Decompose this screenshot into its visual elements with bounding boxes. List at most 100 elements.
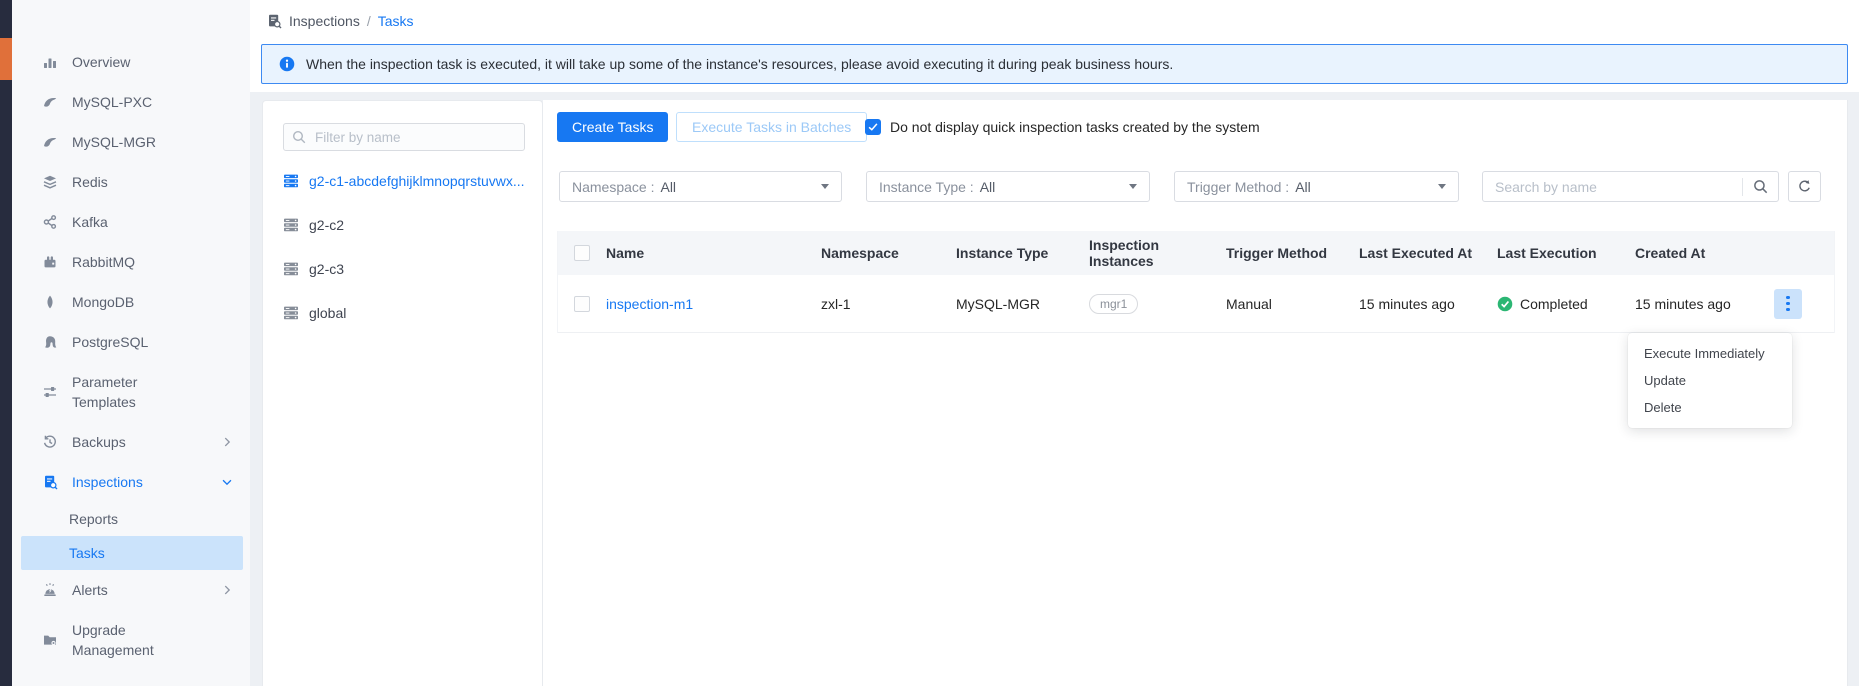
table-header-row: Name Namespace Instance Type Inspection … [558, 231, 1834, 275]
divider [1742, 178, 1743, 196]
sidebar-item-label: MySQL-MGR [72, 132, 190, 152]
breadcrumb-separator: / [367, 13, 371, 29]
created-at-cell: 15 minutes ago [1635, 275, 1834, 332]
trigger-method-cell: Manual [1226, 275, 1359, 332]
sidebar-item-upgrade-management[interactable]: Upgrade Management [12, 610, 250, 670]
app-window: Overview MySQL-PXC MySQL-MGR Redis Kafka [0, 0, 1859, 686]
bar-chart-icon [42, 54, 58, 70]
table-row: inspection-m1 zxl-1 MySQL-MGR mgr1 Manua… [558, 275, 1834, 333]
cluster-list: g2-c1-abcdefghijklmnopqrstuvwx... g2-c2 … [263, 159, 542, 335]
menu-item-delete[interactable]: Delete [1628, 394, 1792, 421]
execute-batches-button[interactable]: Execute Tasks in Batches [676, 112, 867, 142]
rabbit-icon [42, 254, 58, 270]
dropdown-label: Instance Type : [879, 179, 974, 195]
sidebar-item-inspections[interactable]: Inspections [12, 462, 250, 502]
menu-item-update[interactable]: Update [1628, 367, 1792, 394]
sidebar-item-mongodb[interactable]: MongoDB [12, 282, 250, 322]
leaf-icon [42, 294, 58, 310]
search-by-name-box [1482, 171, 1779, 202]
row-checkbox[interactable] [574, 296, 590, 312]
caret-down-icon [821, 184, 829, 189]
restore-clock-icon [42, 434, 58, 450]
cluster-name: g2-c1-abcdefghijklmnopqrstuvwx... [309, 173, 525, 189]
trigger-method-dropdown[interactable]: Trigger Method : All [1174, 171, 1459, 202]
sidebar-item-postgresql[interactable]: PostgreSQL [12, 322, 250, 362]
column-header: Last Execution [1497, 231, 1635, 275]
sidebar-item-reports[interactable]: Reports [12, 502, 250, 536]
column-header: Instance Type [956, 231, 1089, 275]
sidebar-item-label: PostgreSQL [72, 332, 190, 352]
row-actions-button[interactable] [1774, 289, 1802, 319]
dropdown-value: All [1295, 179, 1311, 195]
checkbox-label: Do not display quick inspection tasks cr… [890, 119, 1260, 135]
alarm-icon [42, 582, 58, 598]
sidebar-item-alerts[interactable]: Alerts [12, 570, 250, 610]
sidebar-item-label: RabbitMQ [72, 252, 190, 272]
last-executed-at-cell: 15 minutes ago [1359, 275, 1497, 332]
cluster-list-panel: g2-c1-abcdefghijklmnopqrstuvwx... g2-c2 … [262, 100, 543, 686]
column-header: Created At [1635, 231, 1834, 275]
row-actions-menu: Execute Immediately Update Delete [1628, 333, 1792, 428]
select-all-checkbox[interactable] [574, 245, 590, 261]
cluster-filter-input[interactable] [283, 123, 525, 151]
search-input[interactable] [1483, 179, 1742, 195]
sidebar-item-kafka[interactable]: Kafka [12, 202, 250, 242]
breadcrumb: Inspections / Tasks [266, 10, 414, 32]
menu-item-execute-immediately[interactable]: Execute Immediately [1628, 340, 1792, 367]
column-header: Inspection Instances [1089, 231, 1226, 275]
sidebar-subitem-label: Reports [69, 511, 118, 527]
chevron-down-icon [220, 475, 234, 489]
cluster-item-g2-c3[interactable]: g2-c3 [263, 247, 542, 291]
sidebar-subitem-label: Tasks [69, 545, 105, 561]
hide-quick-tasks-checkbox-row[interactable]: Do not display quick inspection tasks cr… [865, 112, 1260, 142]
sidebar-item-parameter-templates[interactable]: Parameter Templates [12, 362, 250, 422]
refresh-button[interactable] [1788, 171, 1821, 202]
search-icon[interactable] [1752, 178, 1769, 195]
sidebar-item-label: Overview [72, 52, 190, 72]
node-graph-icon [42, 214, 58, 230]
sidebar-item-mysql-pxc[interactable]: MySQL-PXC [12, 82, 250, 122]
refresh-icon [1797, 179, 1812, 194]
folder-gear-icon [42, 632, 58, 648]
instance-type-dropdown[interactable]: Instance Type : All [866, 171, 1150, 202]
header-checkbox-cell [558, 231, 606, 275]
checkbox-checked-icon[interactable] [865, 119, 881, 135]
sidebar-item-backups[interactable]: Backups [12, 422, 250, 462]
cluster-filter [283, 123, 525, 151]
server-rack-icon [283, 305, 299, 321]
task-name-link[interactable]: inspection-m1 [606, 296, 693, 312]
sidebar-item-label: Redis [72, 172, 190, 192]
sidebar-item-redis[interactable]: Redis [12, 162, 250, 202]
sidebar-item-rabbitmq[interactable]: RabbitMQ [12, 242, 250, 282]
rail-scroll-thumb[interactable] [0, 38, 12, 80]
sidebar-item-overview[interactable]: Overview [12, 42, 250, 82]
breadcrumb-current[interactable]: Tasks [378, 13, 414, 29]
sidebar-item-label: Parameter Templates [72, 372, 190, 412]
sidebar-item-label: Backups [72, 432, 190, 452]
sidebar-item-label: Alerts [72, 580, 190, 600]
column-header: Namespace [821, 231, 956, 275]
column-header: Trigger Method [1226, 231, 1359, 275]
cluster-item-g2-c2[interactable]: g2-c2 [263, 203, 542, 247]
cluster-item-g2-c1[interactable]: g2-c1-abcdefghijklmnopqrstuvwx... [263, 159, 542, 203]
doc-magnifier-icon [266, 13, 282, 29]
caret-down-icon [1438, 184, 1446, 189]
dropdown-value: All [660, 179, 676, 195]
cluster-item-global[interactable]: global [263, 291, 542, 335]
namespace-dropdown[interactable]: Namespace : All [559, 171, 842, 202]
dropdown-label: Trigger Method : [1187, 179, 1289, 195]
caret-down-icon [1129, 184, 1137, 189]
dropdown-label: Namespace : [572, 179, 654, 195]
sidebar-item-tasks[interactable]: Tasks [21, 536, 243, 570]
sidebar-item-mysql-mgr[interactable]: MySQL-MGR [12, 122, 250, 162]
dolphin-icon [42, 94, 58, 110]
create-tasks-button[interactable]: Create Tasks [557, 112, 668, 142]
instance-chip: mgr1 [1089, 294, 1138, 314]
server-rack-icon [283, 173, 299, 189]
tasks-table: Name Namespace Instance Type Inspection … [557, 231, 1835, 333]
dolphin-icon [42, 134, 58, 150]
server-rack-icon [283, 261, 299, 277]
breadcrumb-section: Inspections [289, 13, 360, 29]
chevron-right-icon [220, 583, 234, 597]
namespace-cell: zxl-1 [821, 275, 956, 332]
